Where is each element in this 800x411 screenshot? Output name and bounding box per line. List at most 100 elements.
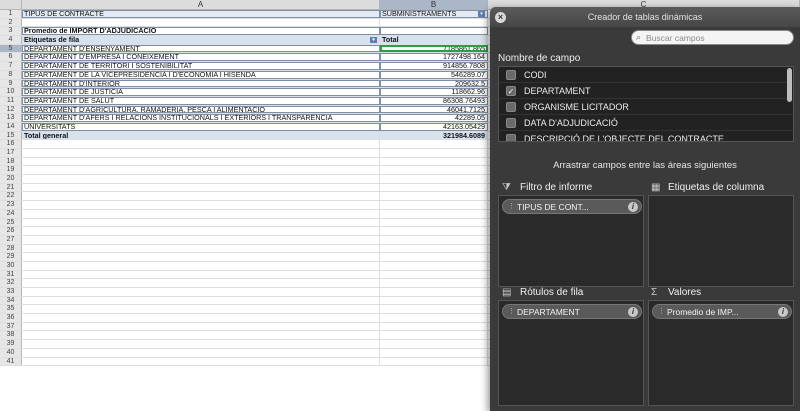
cell-b[interactable] [380, 244, 488, 253]
cell-a[interactable] [22, 227, 380, 235]
row-number[interactable]: 4 [0, 36, 22, 44]
field-list[interactable]: CODI ✓ DEPARTAMENT ORGANISME LICITADOR D… [498, 66, 794, 142]
cell-a[interactable] [22, 279, 380, 287]
row-number[interactable]: 1 [0, 10, 22, 18]
row-number[interactable]: 18 [0, 157, 22, 166]
row-number[interactable]: 41 [0, 357, 22, 366]
cell-a[interactable] [22, 18, 380, 27]
cell-a[interactable]: DEPARTAMENT D'EMPRESA I CONEIXEMENT [22, 53, 380, 62]
row-number[interactable]: 34 [0, 296, 22, 305]
cell-b[interactable] [380, 166, 488, 175]
row-number[interactable]: 22 [0, 192, 22, 201]
cell-a[interactable] [22, 157, 380, 166]
row-number[interactable]: 32 [0, 279, 22, 287]
cell-b[interactable] [380, 27, 488, 36]
row-number[interactable]: 5 [0, 44, 22, 53]
field-item-organisme-licitador[interactable]: ORGANISME LICITADOR [499, 99, 793, 115]
filter-dropdown-icon[interactable]: ▾ [478, 11, 485, 17]
cell-a[interactable]: Promedio de IMPORT D'ADJUDICACIÓ [22, 27, 380, 36]
row-number[interactable]: 26 [0, 227, 22, 235]
cell-b[interactable] [380, 331, 488, 340]
cell-b[interactable] [380, 192, 488, 201]
row-number[interactable]: 6 [0, 53, 22, 62]
row-number[interactable]: 7 [0, 62, 22, 70]
info-icon[interactable]: i [628, 202, 638, 212]
filter-dropdown-icon[interactable]: ▾ [370, 37, 377, 44]
cell-b[interactable] [380, 357, 488, 366]
info-icon[interactable]: i [778, 307, 788, 317]
cell-b[interactable] [380, 201, 488, 209]
cell-b[interactable] [380, 340, 488, 348]
row-number[interactable]: 23 [0, 201, 22, 209]
cell-b[interactable] [380, 149, 488, 157]
select-all-corner[interactable] [0, 0, 22, 10]
row-number[interactable]: 28 [0, 244, 22, 253]
field-checkbox[interactable] [506, 102, 516, 112]
cell-b[interactable] [380, 288, 488, 296]
row-number[interactable]: 19 [0, 166, 22, 175]
cell-b[interactable]: SUBMINISTRAMENTS ▾ [380, 10, 488, 18]
row-number[interactable]: 10 [0, 88, 22, 96]
field-checkbox[interactable] [506, 70, 516, 80]
cell-b[interactable] [380, 18, 488, 27]
row-number[interactable]: 11 [0, 96, 22, 105]
cell-a[interactable]: DEPARTAMENT DE LA VICEPRESIDÈNCIA I D'EC… [22, 70, 380, 79]
row-number[interactable]: 13 [0, 114, 22, 122]
cell-a[interactable] [22, 175, 380, 183]
row-number[interactable]: 40 [0, 348, 22, 357]
cell-b[interactable]: 209632.5 [380, 79, 488, 88]
cell-b[interactable] [380, 305, 488, 314]
field-item-codi[interactable]: CODI [499, 67, 793, 83]
cell-a[interactable] [22, 218, 380, 227]
cell-b[interactable] [380, 279, 488, 287]
values-pill[interactable]: ⋮ Promedio de IMP... i [652, 304, 792, 319]
field-item-descripcio[interactable]: DESCRIPCIÓ DE L'OBJECTE DEL CONTRACTE [499, 131, 793, 141]
cell-a[interactable] [22, 322, 380, 331]
cell-a[interactable] [22, 314, 380, 322]
cell-b[interactable]: 118662.96 [380, 88, 488, 96]
row-labels-area[interactable]: ⋮ DEPARTAMENT i [498, 300, 644, 406]
field-checkbox[interactable]: ✓ [506, 86, 516, 96]
cell-a[interactable] [22, 340, 380, 348]
row-number[interactable]: 38 [0, 331, 22, 340]
cell-a[interactable] [22, 235, 380, 244]
cell-b[interactable]: Total [380, 36, 488, 44]
column-header-b[interactable]: B [380, 0, 488, 10]
row-number[interactable]: 27 [0, 235, 22, 244]
search-input[interactable] [646, 31, 790, 44]
report-filter-pill[interactable]: ⋮ TIPUS DE CONT... i [502, 199, 642, 214]
column-header-a[interactable]: A [22, 0, 380, 10]
cell-b[interactable] [380, 322, 488, 331]
cell-b[interactable]: 86308.76493 [380, 96, 488, 105]
cell-a[interactable]: DEPARTAMENT D'AFERS I RELACIONS INSTITUC… [22, 114, 380, 122]
row-number[interactable]: 31 [0, 270, 22, 279]
values-area[interactable]: ⋮ Promedio de IMP... i [648, 300, 794, 406]
row-number[interactable]: 24 [0, 209, 22, 218]
cell-b[interactable]: 42163.05429 [380, 122, 488, 131]
row-number[interactable]: 20 [0, 175, 22, 183]
field-item-departament[interactable]: ✓ DEPARTAMENT [499, 83, 793, 99]
row-number[interactable]: 9 [0, 79, 22, 88]
panel-titlebar[interactable]: × Creador de tablas dinámicas [490, 7, 800, 27]
row-number[interactable]: 35 [0, 305, 22, 314]
row-number[interactable]: 17 [0, 149, 22, 157]
cell-b[interactable] [380, 209, 488, 218]
row-number[interactable]: 30 [0, 261, 22, 270]
row-number[interactable]: 8 [0, 70, 22, 79]
cell-a[interactable] [22, 244, 380, 253]
row-number[interactable]: 16 [0, 140, 22, 148]
report-filter-area[interactable]: ⋮ TIPUS DE CONT... i [498, 195, 644, 287]
cell-a[interactable] [22, 253, 380, 261]
cell-a[interactable] [22, 288, 380, 296]
cell-a[interactable] [22, 192, 380, 201]
pivot-table-builder[interactable]: × Creador de tablas dinámicas ⌕ Nombre d… [490, 7, 800, 411]
cell-b[interactable]: 42289.05 [380, 114, 488, 122]
row-number[interactable]: 21 [0, 183, 22, 192]
cell-a[interactable] [22, 149, 380, 157]
cell-b[interactable] [380, 157, 488, 166]
cell-a[interactable]: DEPARTAMENT D'INTERIOR [22, 79, 380, 88]
cell-a[interactable] [22, 348, 380, 357]
cell-a[interactable]: DEPARTAMENT DE SALUT [22, 96, 380, 105]
cell-b[interactable]: 914856.7808 [380, 62, 488, 70]
cell-a[interactable] [22, 209, 380, 218]
